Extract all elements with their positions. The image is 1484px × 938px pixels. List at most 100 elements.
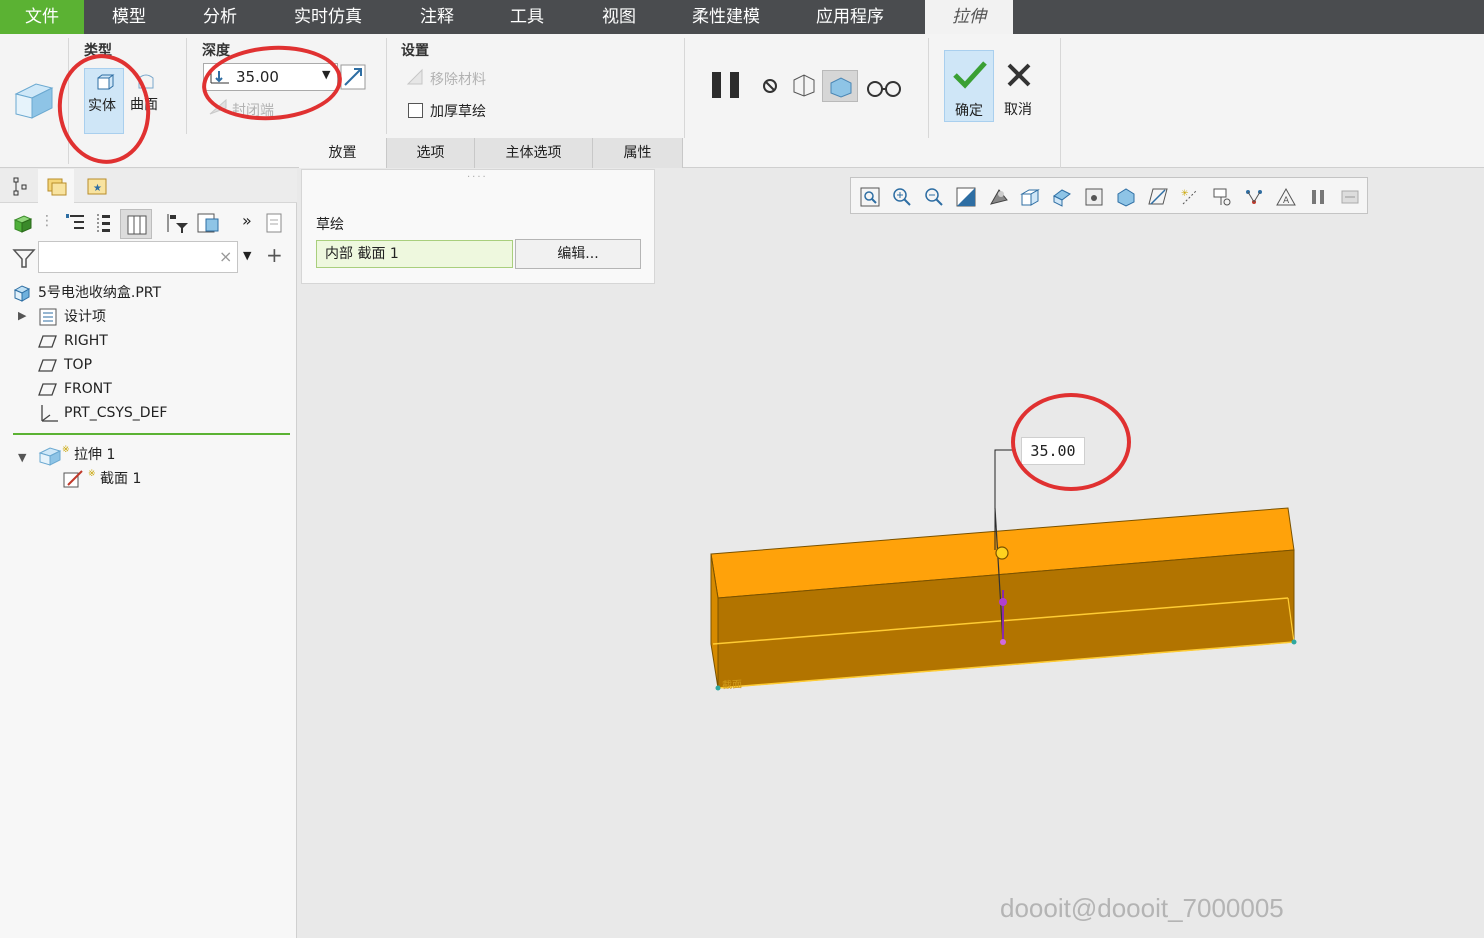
point-display-icon[interactable] — [1211, 186, 1233, 208]
tab-options[interactable]: 选项 — [387, 138, 475, 168]
model-tree-panel: ★ ⋮ » × ▼ + 5号电池收纳盒.PRT ▶ 设计项 RIGHT TOP … — [0, 169, 297, 938]
new-feature-marker-icon: ※ — [88, 469, 96, 479]
filter-icon[interactable] — [12, 247, 36, 269]
ok-button[interactable]: 确定 — [944, 50, 994, 122]
tree-columns-icon — [127, 215, 147, 235]
tab-placement[interactable]: 放置 — [299, 138, 387, 168]
tab-properties[interactable]: 属性 — [593, 138, 683, 168]
placement-panel: ···· 草绘 内部 截面 1 编辑... — [301, 169, 655, 284]
datum-plane-icon — [38, 335, 57, 348]
menu-file[interactable]: 文件 — [0, 0, 84, 34]
menu-tools[interactable]: 工具 — [490, 0, 564, 34]
csys-display-icon[interactable] — [1243, 186, 1265, 208]
spin-center-icon[interactable] — [1339, 186, 1361, 208]
zoom-in-icon[interactable] — [891, 186, 913, 208]
view-normal-icon[interactable] — [1115, 186, 1137, 208]
menu-annotate[interactable]: 注释 — [400, 0, 474, 34]
extrude-icon — [14, 83, 54, 119]
tree-list-icon[interactable] — [64, 211, 88, 235]
pause-animation-icon[interactable] — [1307, 186, 1329, 208]
close-icon — [1007, 63, 1031, 87]
search-input[interactable]: × — [38, 241, 238, 273]
expand-arrow-icon[interactable]: ▶ — [18, 309, 26, 322]
no-preview-icon[interactable] — [760, 76, 780, 96]
part-display-icon[interactable] — [12, 213, 34, 235]
geometry-preview-icon[interactable] — [790, 72, 818, 98]
perspective-view-icon[interactable] — [1083, 186, 1105, 208]
tree-root[interactable]: 5号电池收纳盒.PRT — [38, 281, 161, 305]
favorites-icon[interactable]: ★ — [86, 175, 108, 197]
extrude-preview[interactable] — [700, 430, 1320, 700]
edit-button[interactable]: 编辑... — [515, 239, 641, 269]
design-items-icon — [39, 308, 57, 326]
saved-orientations-icon[interactable] — [1019, 186, 1041, 208]
svg-text:A: A — [1283, 196, 1290, 206]
repaint-icon[interactable] — [955, 186, 977, 208]
menu-bar: 文件 模型 分析 实时仿真 注释 工具 视图 柔性建模 应用程序 拉伸 — [0, 0, 1484, 34]
svg-text:★: ★ — [93, 183, 102, 194]
remove-material-icon[interactable] — [406, 68, 424, 86]
axis-display-icon[interactable]: ✳ — [1179, 186, 1201, 208]
menu-view[interactable]: 视图 — [582, 0, 656, 34]
verify-glasses-icon[interactable] — [866, 76, 902, 98]
datum-display-icon[interactable] — [1147, 186, 1169, 208]
thicken-sketch-checkbox[interactable] — [408, 103, 423, 118]
annotation-display-icon[interactable]: A — [1275, 186, 1297, 208]
menu-analysis[interactable]: 分析 — [183, 0, 257, 34]
datum-plane-icon — [38, 359, 57, 372]
cancel-button[interactable]: 取消 — [998, 50, 1042, 122]
tree-item-section[interactable]: 截面 1 — [100, 467, 141, 491]
refit-icon[interactable] — [859, 186, 881, 208]
separator — [1060, 38, 1061, 168]
feature-preview-button[interactable] — [822, 70, 858, 102]
tree-settings-icon[interactable] — [196, 211, 220, 235]
tree-expand-icon[interactable] — [94, 211, 114, 235]
search-dropdown-icon[interactable]: ▼ — [243, 249, 251, 262]
folder-tab[interactable] — [38, 169, 74, 203]
tree-item-design-items[interactable]: 设计项 — [64, 305, 106, 329]
clear-search-icon[interactable]: × — [219, 247, 232, 266]
tree-item-right[interactable]: RIGHT — [64, 329, 108, 353]
datum-plane-icon — [38, 383, 57, 396]
flip-direction-icon[interactable] — [340, 64, 366, 90]
svg-text:✳: ✳ — [1181, 189, 1189, 199]
separator — [386, 38, 387, 134]
tree-item-extrude[interactable]: 拉伸 1 — [74, 443, 115, 467]
menu-applications[interactable]: 应用程序 — [803, 0, 897, 34]
sketch-label: 草绘 — [316, 217, 344, 233]
separator — [186, 38, 187, 134]
collapse-arrow-icon[interactable]: ▼ — [18, 451, 26, 464]
tree-item-csys[interactable]: PRT_CSYS_DEF — [64, 401, 167, 425]
menu-extrude[interactable]: 拉伸 — [925, 0, 1013, 34]
part-icon — [13, 285, 31, 302]
menu-flexible-modeling[interactable]: 柔性建模 — [680, 0, 772, 34]
add-icon[interactable]: + — [266, 243, 283, 267]
display-style-icon[interactable] — [987, 186, 1009, 208]
folder-browser-icon — [47, 178, 67, 196]
settings-group-label: 设置 — [401, 43, 429, 59]
separator — [684, 38, 685, 138]
toolbar-grip: ⋮ — [40, 213, 54, 229]
tree-filter-icon[interactable] — [164, 211, 190, 235]
thicken-sketch-label: 加厚草绘 — [430, 104, 486, 120]
cancel-label: 取消 — [1004, 102, 1032, 118]
insert-indicator[interactable] — [13, 433, 290, 435]
tab-body-options[interactable]: 主体选项 — [475, 138, 593, 168]
tree-item-front[interactable]: FRONT — [64, 377, 112, 401]
remove-material-label: 移除材料 — [430, 72, 486, 88]
show-details-icon[interactable] — [264, 211, 286, 235]
more-tools-icon[interactable]: » — [242, 211, 252, 230]
model-tree-tab-icon[interactable] — [10, 175, 32, 197]
section-selector[interactable]: 内部 截面 1 — [316, 240, 513, 268]
tree-item-top[interactable]: TOP — [64, 353, 92, 377]
menu-model[interactable]: 模型 — [92, 0, 166, 34]
tree-columns-button[interactable] — [120, 209, 152, 239]
pause-icon[interactable] — [710, 70, 742, 100]
panel-grip[interactable]: ···· — [467, 172, 488, 183]
feature-preview-icon — [830, 77, 852, 98]
view-manager-icon[interactable] — [1051, 186, 1073, 208]
check-icon — [953, 61, 987, 89]
zoom-out-icon[interactable] — [923, 186, 945, 208]
highlight-circle — [1011, 393, 1131, 491]
menu-realtime-simulation[interactable]: 实时仿真 — [283, 0, 373, 34]
